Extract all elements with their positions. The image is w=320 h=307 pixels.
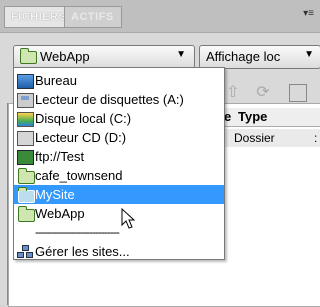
local-disk-icon <box>17 112 34 127</box>
menu-item-label: Lecteur CD (D:) <box>35 130 127 145</box>
file-list-border <box>7 103 8 305</box>
panel-tab-bar: FICHIERS ACTIFS ▾≡ <box>0 0 320 33</box>
row-extra: : <box>314 131 318 145</box>
site-folder-icon <box>20 48 37 64</box>
site-folder-icon <box>18 187 35 203</box>
panel-options-menu-icon[interactable]: ▾≡ <box>303 8 314 19</box>
chevron-down-icon: ▼ <box>176 49 186 60</box>
menu-item-label: Lecteur de disquettes (A:) <box>35 92 184 107</box>
mouse-pointer-icon <box>121 208 135 229</box>
menu-item-label: MySite <box>35 187 75 202</box>
ftp-server-icon <box>17 150 34 165</box>
refresh-icon[interactable]: ⟳ <box>253 82 273 102</box>
table-row[interactable]: Dossier : <box>224 129 320 147</box>
expand-icon[interactable] <box>289 84 307 102</box>
floppy-drive-icon <box>17 93 34 108</box>
menu-item-manage-sites[interactable]: Gérer les sites... <box>14 242 224 261</box>
site-folder-icon <box>18 168 35 184</box>
menu-item-cafe-townsend[interactable]: cafe_townsend <box>14 166 224 185</box>
site-select-dropdown[interactable]: WebApp ▼ <box>13 45 195 69</box>
menu-item-local-disk[interactable]: Disque local (C:) <box>14 109 224 128</box>
menu-item-label: WebApp <box>35 206 85 221</box>
menu-item-mysite[interactable]: MySite <box>14 185 224 204</box>
menu-item-label: Bureau <box>35 73 77 88</box>
menu-item-label: Gérer les sites... <box>35 244 130 259</box>
site-select-value: WebApp <box>40 49 90 64</box>
menu-item-webapp[interactable]: WebApp <box>14 204 224 223</box>
chevron-down-icon: ▼ <box>304 49 314 60</box>
tab-actifs[interactable]: ACTIFS <box>64 6 122 28</box>
view-select-value: Affichage loc <box>206 49 281 64</box>
menu-item-label: cafe_townsend <box>35 168 123 183</box>
tab-fichiers[interactable]: FICHIERS <box>4 6 70 28</box>
view-select-dropdown[interactable]: Affichage loc ▼ <box>199 45 320 69</box>
menu-item-label: Disque local (C:) <box>35 111 132 126</box>
file-list-header: e Type <box>224 108 320 127</box>
column-header-name[interactable]: e <box>224 109 231 124</box>
desktop-icon <box>17 74 34 89</box>
menu-item-cd-drive[interactable]: Lecteur CD (D:) <box>14 128 224 147</box>
upload-icon[interactable]: ⇧ <box>223 82 243 102</box>
row-type: Dossier <box>234 131 275 145</box>
menu-item-label: ftp://Test <box>35 149 85 164</box>
menu-item-floppy[interactable]: Lecteur de disquettes (A:) <box>14 90 224 109</box>
site-dropdown-menu: Bureau Lecteur de disquettes (A:) Disque… <box>13 67 225 260</box>
column-header-type[interactable]: Type <box>238 109 267 124</box>
files-panel: FICHIERS ACTIFS ▾≡ WebApp ▼ Affichage lo… <box>0 0 320 307</box>
manage-sites-icon <box>17 245 33 258</box>
cd-drive-icon <box>17 131 34 146</box>
menu-item-bureau[interactable]: Bureau <box>14 71 224 90</box>
menu-separator: ---------------------------- <box>35 225 120 239</box>
site-folder-icon <box>18 206 35 222</box>
menu-item-ftp-test[interactable]: ftp://Test <box>14 147 224 166</box>
